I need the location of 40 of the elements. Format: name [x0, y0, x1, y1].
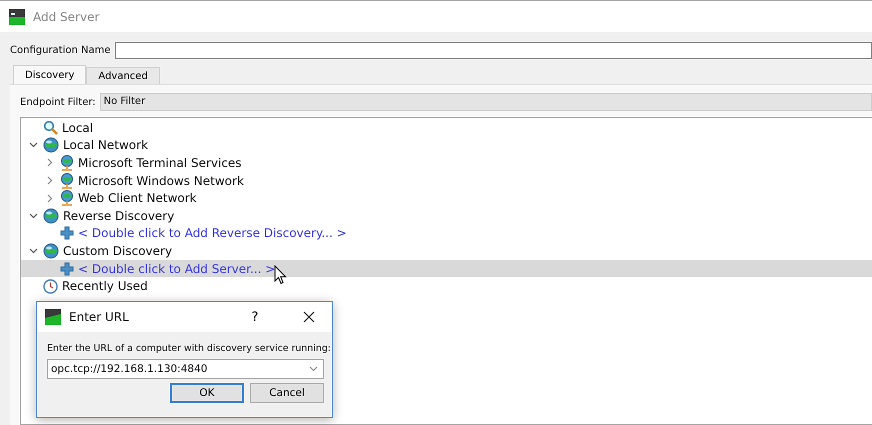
clock-icon: [43, 278, 58, 294]
app-icon: [45, 309, 61, 325]
globe-icon: [43, 208, 59, 224]
url-combo-box[interactable]: opc.tcp://192.168.1.130:4840: [47, 359, 324, 379]
globe-icon: [43, 137, 59, 154]
tree-item[interactable]: Custom Discovery: [21, 242, 872, 260]
network-node-icon: [60, 172, 74, 189]
close-icon[interactable]: [303, 311, 315, 323]
globe-icon: [43, 242, 59, 259]
network-node-icon: [60, 154, 74, 171]
tree-item[interactable]: < Double click to Add Reverse Discovery... >: [21, 224, 872, 242]
configuration-name-label: Configuration Name: [10, 44, 110, 56]
tab[interactable]: Discovery: [13, 65, 86, 84]
mouse-cursor-icon: [274, 265, 287, 285]
configuration-name-field[interactable]: [114, 42, 872, 58]
help-button[interactable]: ?: [232, 308, 278, 326]
tree-item[interactable]: < Double click to Add Server... >: [21, 260, 872, 278]
url-prompt: Enter the URL of a computer with discovery service running:: [47, 342, 331, 355]
tree-item[interactable]: Microsoft Windows Network: [21, 172, 872, 190]
tree-item[interactable]: Web Client Network: [21, 189, 872, 207]
tree-item[interactable]: Recently Used: [21, 277, 872, 295]
chevron-down-icon[interactable]: [28, 142, 38, 148]
tree-item[interactable]: Local Network: [21, 136, 872, 154]
tree-item[interactable]: Microsoft Terminal Services: [21, 154, 872, 172]
search-icon: [43, 120, 58, 136]
endpoint-filter-label: Endpoint Filter:: [20, 96, 96, 108]
chevron-down-icon[interactable]: [28, 212, 38, 219]
dialog-button[interactable]: OK: [170, 383, 244, 403]
plus-icon: [60, 262, 74, 276]
app-icon: [9, 8, 25, 24]
plus-icon: [60, 226, 74, 240]
chevron-down-icon[interactable]: [28, 248, 38, 254]
dialog-button[interactable]: Cancel: [250, 383, 324, 403]
tree-item[interactable]: Local: [21, 119, 872, 137]
dialog-title: Enter URL: [69, 310, 130, 324]
window-title: Add Server: [33, 10, 100, 24]
network-node-icon: [60, 190, 74, 206]
endpoint-filter-dropdown[interactable]: No Filter: [100, 93, 872, 111]
tree-item[interactable]: Reverse Discovery: [21, 206, 872, 225]
tab[interactable]: Advanced: [86, 67, 160, 84]
